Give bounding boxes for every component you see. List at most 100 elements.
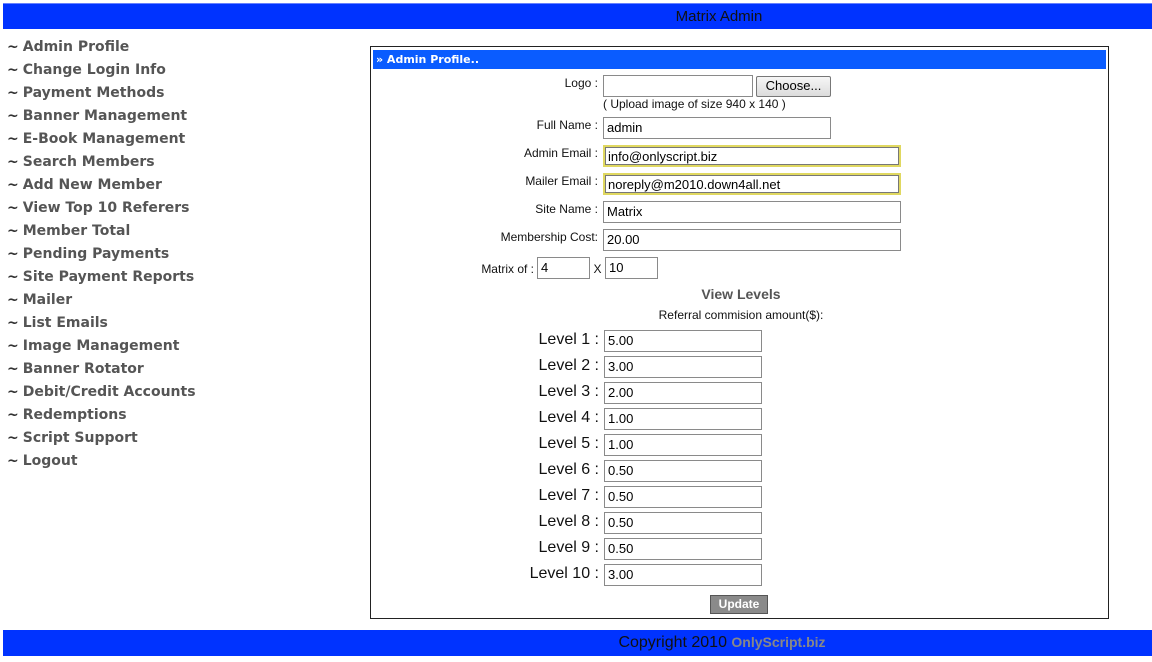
level-4-label: Level 4 : [538, 409, 599, 426]
logo-size-hint: ( Upload image of size 940 x 140 ) [603, 97, 786, 111]
sidebar-item-label: Banner Management [22, 108, 188, 124]
matrix-width-field[interactable]: 4 [537, 257, 590, 279]
admin-email-label: Admin Email : [523, 146, 598, 160]
tilde-bullet: ~ [7, 384, 19, 400]
level-1-field[interactable]: 5.00 [604, 330, 762, 352]
footer-bar: Copyright 2010 OnlyScript.biz [3, 630, 1152, 656]
level-6-label: Level 6 : [538, 461, 599, 478]
level-5-field[interactable]: 1.00 [604, 434, 762, 456]
level-10-field[interactable]: 3.00 [604, 564, 762, 586]
sidebar-item-label: Add New Member [22, 177, 162, 193]
membership-cost-label: Membership Cost: [500, 230, 598, 244]
brand-link[interactable]: OnlyScript.biz [731, 634, 825, 650]
app-title: Matrix Admin [675, 8, 763, 25]
matrix-depth-field[interactable]: 10 [605, 257, 658, 279]
tilde-bullet: ~ [7, 246, 19, 262]
sidebar-item-admin-profile[interactable]: ~ Admin Profile [7, 37, 227, 60]
level-9-field[interactable]: 0.50 [604, 538, 762, 560]
tilde-bullet: ~ [7, 430, 19, 446]
level-10-label: Level 10 : [529, 565, 599, 582]
level-2-field[interactable]: 3.00 [604, 356, 762, 378]
site-name-field[interactable]: Matrix [603, 201, 901, 223]
sidebar-item-label: Search Members [22, 154, 155, 170]
sidebar-item-label: E-Book Management [22, 131, 186, 147]
sidebar-item-label: Redemptions [22, 407, 127, 423]
sidebar-item-debit-credit-accounts[interactable]: ~ Debit/Credit Accounts [7, 382, 227, 405]
sidebar-item-label: Debit/Credit Accounts [22, 384, 196, 400]
copyright-text: Copyright 2010 [618, 634, 727, 651]
tilde-bullet: ~ [7, 154, 19, 170]
mailer-email-field[interactable]: noreply@m2010.down4all.net [603, 173, 901, 195]
tilde-bullet: ~ [7, 131, 19, 147]
sidebar-item-script-support[interactable]: ~ Script Support [7, 428, 227, 451]
mailer-email-label: Mailer Email : [525, 174, 598, 188]
full-name-field[interactable]: admin [603, 117, 831, 139]
footer-text: Copyright 2010 OnlyScript.biz [3, 634, 1152, 652]
level-7-field[interactable]: 0.50 [604, 486, 762, 508]
level-6-field[interactable]: 0.50 [604, 460, 762, 482]
tilde-bullet: ~ [7, 407, 19, 423]
sidebar-item-label: Admin Profile [22, 39, 130, 55]
sidebar-item-label: Payment Methods [22, 85, 165, 101]
tilde-bullet: ~ [7, 453, 19, 469]
logo-file-path-field[interactable] [603, 75, 753, 97]
tilde-bullet: ~ [7, 200, 19, 216]
view-levels-heading: View Levels [701, 286, 781, 302]
choose-file-button[interactable]: Choose... [756, 76, 831, 97]
sidebar-nav: ~ Admin Profile ~ Change Login Info ~ Payme… [7, 37, 227, 474]
tilde-bullet: ~ [7, 292, 19, 308]
level-9-label: Level 9 : [538, 539, 599, 556]
sidebar-item-label: Mailer [22, 292, 73, 308]
level-7-label: Level 7 : [538, 487, 599, 504]
update-button[interactable]: Update [710, 595, 768, 614]
sidebar-item-label: Member Total [22, 223, 131, 239]
sidebar-item-site-payment-reports[interactable]: ~ Site Payment Reports [7, 267, 227, 290]
sidebar-item-label: Banner Rotator [22, 361, 144, 377]
sidebar-item-payment-methods[interactable]: ~ Payment Methods [7, 83, 227, 106]
tilde-bullet: ~ [7, 315, 19, 331]
sidebar-item-label: Image Management [22, 338, 180, 354]
sidebar-item-label: Site Payment Reports [22, 269, 195, 285]
membership-cost-field[interactable]: 20.00 [603, 229, 901, 251]
tilde-bullet: ~ [7, 108, 19, 124]
sidebar-item-label: List Emails [22, 315, 108, 331]
matrix-of-label: Matrix of : [481, 262, 534, 276]
sidebar-item-label: Change Login Info [22, 62, 166, 78]
level-8-field[interactable]: 0.50 [604, 512, 762, 534]
level-3-field[interactable]: 2.00 [604, 382, 762, 404]
sidebar-item-view-top-referers[interactable]: ~ View Top 10 Referers [7, 198, 227, 221]
admin-profile-panel: » Admin Profile.. Logo : Choose... ( Upl… [370, 46, 1109, 619]
sidebar-item-redemptions[interactable]: ~ Redemptions [7, 405, 227, 428]
tilde-bullet: ~ [7, 85, 19, 101]
level-3-label: Level 3 : [538, 383, 599, 400]
level-4-field[interactable]: 1.00 [604, 408, 762, 430]
sidebar-item-image-management[interactable]: ~ Image Management [7, 336, 227, 359]
tilde-bullet: ~ [7, 39, 19, 55]
matrix-times-label: X [593, 262, 602, 276]
sidebar-item-ebook-management[interactable]: ~ E-Book Management [7, 129, 227, 152]
level-8-label: Level 8 : [538, 513, 599, 530]
sidebar-item-mailer[interactable]: ~ Mailer [7, 290, 227, 313]
sidebar-item-banner-management[interactable]: ~ Banner Management [7, 106, 227, 129]
tilde-bullet: ~ [7, 338, 19, 354]
sidebar-item-label: View Top 10 Referers [22, 200, 190, 216]
sidebar-item-logout[interactable]: ~ Logout [7, 451, 227, 474]
sidebar-item-change-login-info[interactable]: ~ Change Login Info [7, 60, 227, 83]
sidebar-item-add-new-member[interactable]: ~ Add New Member [7, 175, 227, 198]
sidebar-item-search-members[interactable]: ~ Search Members [7, 152, 227, 175]
sidebar-item-member-total[interactable]: ~ Member Total [7, 221, 227, 244]
referral-commission-subtitle: Referral commision amount($): [658, 308, 824, 322]
tilde-bullet: ~ [7, 269, 19, 285]
full-name-label: Full Name : [536, 118, 598, 132]
sidebar-item-pending-payments[interactable]: ~ Pending Payments [7, 244, 227, 267]
tilde-bullet: ~ [7, 361, 19, 377]
logo-label: Logo : [564, 76, 598, 90]
level-2-label: Level 2 : [538, 357, 599, 374]
top-banner: Matrix Admin [3, 3, 1152, 29]
admin-email-field[interactable]: info@onlyscript.biz [603, 145, 901, 167]
panel-title: » Admin Profile.. [373, 50, 1106, 69]
sidebar-item-banner-rotator[interactable]: ~ Banner Rotator [7, 359, 227, 382]
level-5-label: Level 5 : [538, 435, 599, 452]
sidebar-item-list-emails[interactable]: ~ List Emails [7, 313, 227, 336]
sidebar-item-label: Logout [22, 453, 78, 469]
